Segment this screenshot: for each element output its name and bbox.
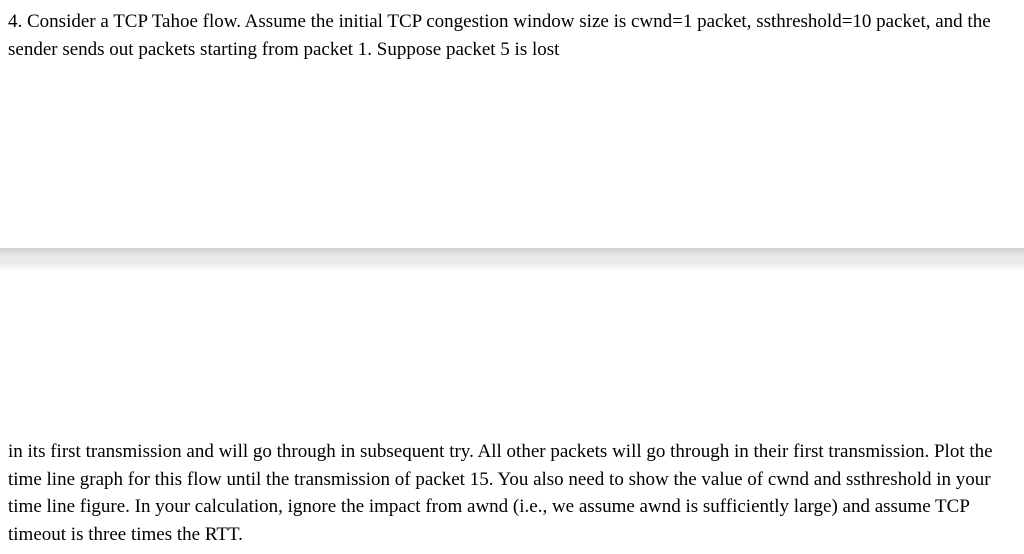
paragraph-bottom: in its first transmission and will go th… [8, 438, 1012, 548]
paragraph-top: 4. Consider a TCP Tahoe flow. Assume the… [8, 8, 1012, 63]
section-divider-band [0, 248, 1024, 270]
question-text-lower: in its first transmission and will go th… [8, 438, 1012, 548]
question-text-upper: 4. Consider a TCP Tahoe flow. Assume the… [8, 8, 1012, 63]
